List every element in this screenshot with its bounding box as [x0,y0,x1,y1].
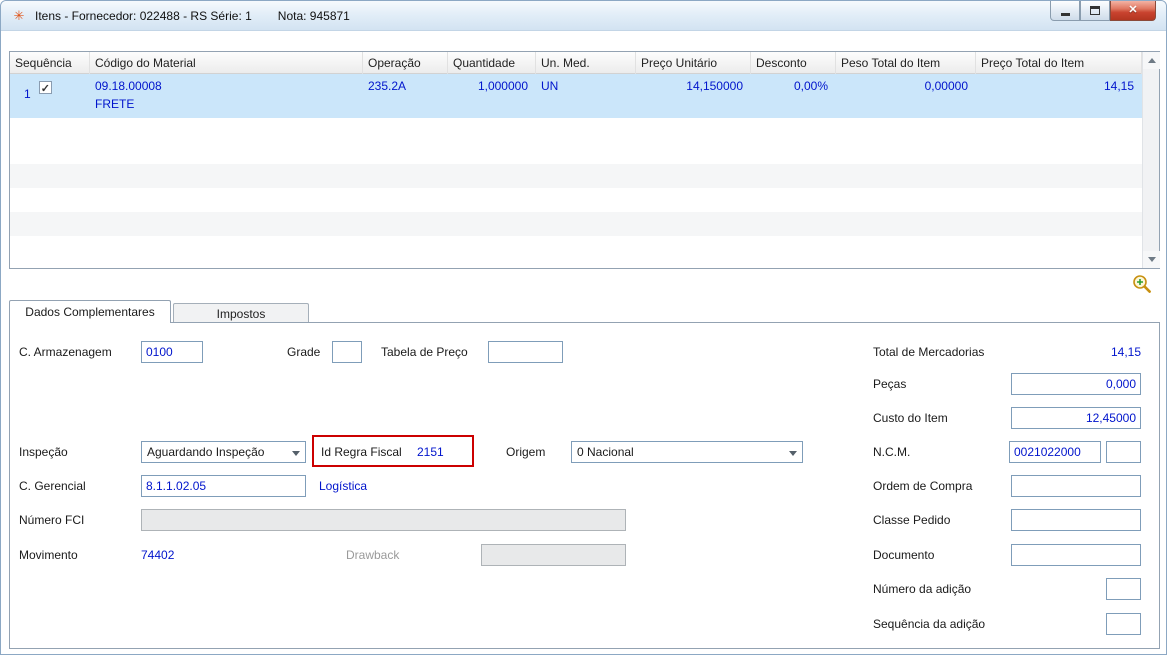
app-icon: ✳ [13,7,25,23]
col-header-operacao[interactable]: Operação [363,52,448,74]
window-controls [1050,1,1156,21]
documento-label: Documento [873,548,935,562]
pecas-label: Peças [873,377,907,391]
chevron-down-icon [789,451,797,456]
tab-dados-complementares[interactable]: Dados Complementares [9,300,171,323]
drawback-label: Drawback [346,548,400,562]
inspecao-label: Inspeção [19,445,68,459]
grid-empty-row [10,164,1142,188]
numero-adicao-input[interactable] [1106,578,1141,600]
cell-operacao: 235.2A [368,79,407,93]
col-header-preco-unitario[interactable]: Preço Unitário [636,52,751,74]
grade-input[interactable] [332,341,362,363]
cell-codigo-material: 09.18.00008 FRETE [90,74,363,118]
col-header-desconto[interactable]: Desconto [751,52,836,74]
movimento-label: Movimento [19,548,78,562]
col-header-un-med[interactable]: Un. Med. [536,52,636,74]
title-bar[interactable]: ✳ Itens - Fornecedor: 022488 - RS Série:… [1,1,1166,31]
ordem-compra-input[interactable] [1011,475,1141,497]
sequencia-adicao-label: Sequência da adição [873,617,986,631]
maximize-button[interactable] [1080,1,1110,21]
maximize-icon [1090,6,1100,15]
col-header-sequencia[interactable]: Sequência [10,52,90,74]
col-header-codigo-material[interactable]: Código do Material [90,52,363,74]
numero-fci-input [141,509,626,531]
total-mercadorias-value: 14,15 [1110,345,1141,359]
cell-desconto: 0,00% [793,79,828,93]
drawback-input [481,544,626,566]
table-row[interactable]: 1 09.18.00008 FRETE 235.2A 1,000000 UN 1… [10,74,1159,118]
c-gerencial-description: Logística [319,479,368,493]
classe-pedido-label: Classe Pedido [873,513,951,527]
c-armazenagem-label: C. Armazenagem [19,345,112,359]
window-title-nota: Nota: 945871 [277,8,350,23]
sequencia-adicao-input[interactable] [1106,613,1141,635]
minimize-button[interactable] [1050,1,1080,21]
cell-un-med: UN [541,79,559,93]
cell-quantidade: 1,000000 [477,79,528,93]
origem-label: Origem [506,445,546,459]
window-title: Itens - Fornecedor: 022488 - RS Série: 1 [35,8,252,23]
numero-fci-label: Número FCI [19,513,85,527]
zoom-button[interactable] [1131,273,1153,295]
cell-preco-unitario: 14,150000 [686,79,743,93]
col-header-quantidade[interactable]: Quantidade [448,52,536,74]
grid-vertical-scrollbar[interactable] [1142,52,1160,268]
minimize-icon [1060,12,1070,16]
material-descricao: FRETE [95,97,135,111]
app-window: ✳ Itens - Fornecedor: 022488 - RS Série:… [0,0,1167,655]
codigo-material-value: 09.18.00008 [95,79,162,93]
cell-preco-total: 14,15 [1103,79,1134,93]
magnifier-plus-icon [1133,275,1151,293]
tab-dados-complementares-label: Dados Complementares [25,305,155,319]
tabela-preco-label: Tabela de Preço [381,345,468,359]
arrow-down-icon [1147,257,1156,262]
scroll-up-button[interactable] [1143,52,1160,69]
ncm-ex-input[interactable] [1106,441,1141,463]
ncm-input[interactable] [1009,441,1101,463]
cell-sequencia: 1 [10,74,90,118]
ordem-compra-label: Ordem de Compra [873,479,973,493]
numero-adicao-label: Número da adição [873,582,972,596]
c-armazenagem-input[interactable] [141,341,203,363]
pecas-input[interactable] [1011,373,1141,395]
id-regra-fiscal-value: 2151 [417,445,444,459]
origem-selected-value: 0 Nacional [577,445,634,459]
id-regra-fiscal-label: Id Regra Fiscal [321,445,402,459]
c-gerencial-input[interactable] [141,475,306,497]
tab-impostos-label: Impostos [216,306,266,321]
total-mercadorias-label: Total de Mercadorias [873,345,985,359]
items-grid: Sequência Código do Material Operação Qu… [9,51,1160,269]
documento-input[interactable] [1011,544,1141,566]
grid-empty-row [10,212,1142,236]
grade-label: Grade [287,345,321,359]
dados-complementares-panel: C. Armazenagem Grade Tabela de Preço Tot… [9,322,1160,649]
custo-item-input[interactable] [1011,407,1141,429]
sequencia-value: 1 [24,87,31,101]
tab-impostos[interactable]: Impostos [173,303,309,323]
close-icon [1128,5,1137,16]
custo-item-label: Custo do Item [873,411,948,425]
origem-select[interactable]: 0 Nacional [571,441,803,463]
c-gerencial-label: C. Gerencial [19,479,86,493]
ncm-label: N.C.M. [873,445,911,459]
close-button[interactable] [1110,1,1156,21]
inspecao-selected-value: Aguardando Inspeção [147,445,265,459]
tabela-preco-input[interactable] [488,341,563,363]
scroll-down-button[interactable] [1143,251,1160,268]
classe-pedido-input[interactable] [1011,509,1141,531]
chevron-down-icon [292,451,300,456]
col-header-preco-total[interactable]: Preço Total do Item [976,52,1142,74]
row-checkbox-checked[interactable] [38,80,52,98]
col-header-peso-total[interactable]: Peso Total do Item [836,52,976,74]
cell-peso-total: 0,00000 [924,79,968,93]
movimento-value: 74402 [141,548,175,562]
grid-header: Sequência Código do Material Operação Qu… [10,52,1159,74]
arrow-up-icon [1147,58,1156,63]
inspecao-select[interactable]: Aguardando Inspeção [141,441,306,463]
